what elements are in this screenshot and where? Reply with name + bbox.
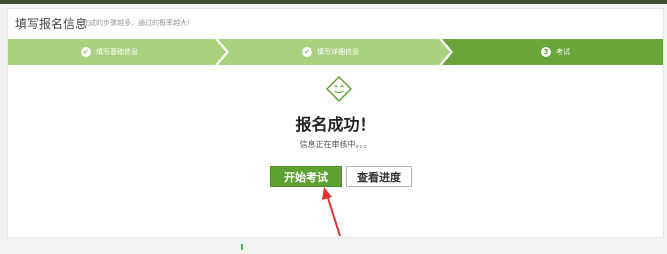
step-detail-info: ✔ 填写详细信息 <box>217 39 450 65</box>
smiley-diamond-icon <box>326 76 352 102</box>
green-marker <box>241 244 243 250</box>
check-circle-icon: ✔ <box>302 47 312 57</box>
success-title: 报名成功！ <box>295 115 376 134</box>
step-label: 考试 <box>556 48 570 56</box>
page-subtitle: 完成的步骤越多，通过的概率越大！ <box>82 19 194 27</box>
step-basic-info: ✔ 填写基础信息 <box>8 39 226 65</box>
step-exam: 3 考试 <box>441 39 663 65</box>
step-number-badge: 3 <box>541 47 551 57</box>
check-circle-icon: ✔ <box>81 47 91 57</box>
view-progress-button[interactable]: 查看进度 <box>346 166 412 187</box>
review-status-message: 信息正在审核中。。。 <box>299 140 372 149</box>
step-progress-bar: ✔ 填写基础信息 ✔ 填写详细信息 3 考试 <box>8 39 663 65</box>
step-label: 填写详细信息 <box>317 48 359 56</box>
step-label: 填写基础信息 <box>96 48 138 56</box>
panel-header: 填写报名信息 完成的步骤越多，通过的概率越大！ <box>8 9 663 39</box>
page-title: 填写报名信息 <box>15 17 88 31</box>
enrollment-panel: 填写报名信息 完成的步骤越多，通过的概率越大！ ✔ 填写基础信息 ✔ 填写详细信… <box>7 8 664 238</box>
top-strip <box>0 0 667 4</box>
start-exam-button[interactable]: 开始考试 <box>270 166 342 187</box>
red-arrow-annotation <box>322 187 341 237</box>
